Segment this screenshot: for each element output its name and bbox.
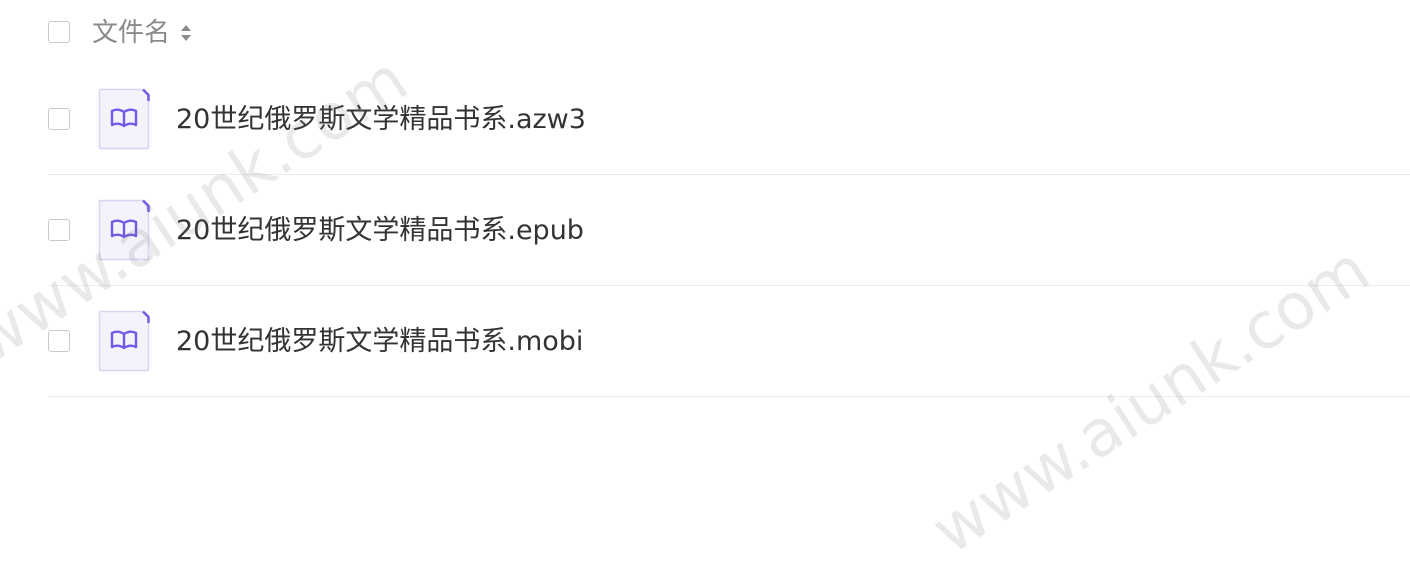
file-name[interactable]: 20世纪俄罗斯文学精品书系.epub — [176, 209, 584, 253]
file-name[interactable]: 20世纪俄罗斯文学精品书系.mobi — [176, 320, 583, 364]
file-list: 20世纪俄罗斯文学精品书系.azw3 20世纪俄罗斯文学精品书系.epub 20… — [0, 64, 1410, 397]
file-row[interactable]: 20世纪俄罗斯文学精品书系.mobi — [48, 286, 1410, 397]
filename-column-label: 文件名 — [92, 18, 171, 48]
file-row-checkbox[interactable] — [48, 219, 70, 241]
file-row-checkbox[interactable] — [48, 330, 70, 352]
file-row[interactable]: 20世纪俄罗斯文学精品书系.azw3 — [48, 64, 1410, 175]
ebook-file-icon — [98, 310, 150, 372]
file-browser: 文件名 20世纪俄罗斯文学精品书系.azw3 20世纪俄罗斯文学精品书系.epu… — [0, 0, 1410, 588]
ebook-file-icon — [98, 88, 150, 150]
sort-icon[interactable] — [179, 21, 193, 45]
file-row-checkbox[interactable] — [48, 108, 70, 130]
file-list-header: 文件名 — [0, 0, 1410, 64]
ebook-file-icon — [98, 199, 150, 261]
file-row[interactable]: 20世纪俄罗斯文学精品书系.epub — [48, 175, 1410, 286]
file-name[interactable]: 20世纪俄罗斯文学精品书系.azw3 — [176, 98, 586, 142]
select-all-checkbox[interactable] — [48, 21, 70, 43]
filename-column-header[interactable]: 文件名 — [92, 14, 193, 52]
